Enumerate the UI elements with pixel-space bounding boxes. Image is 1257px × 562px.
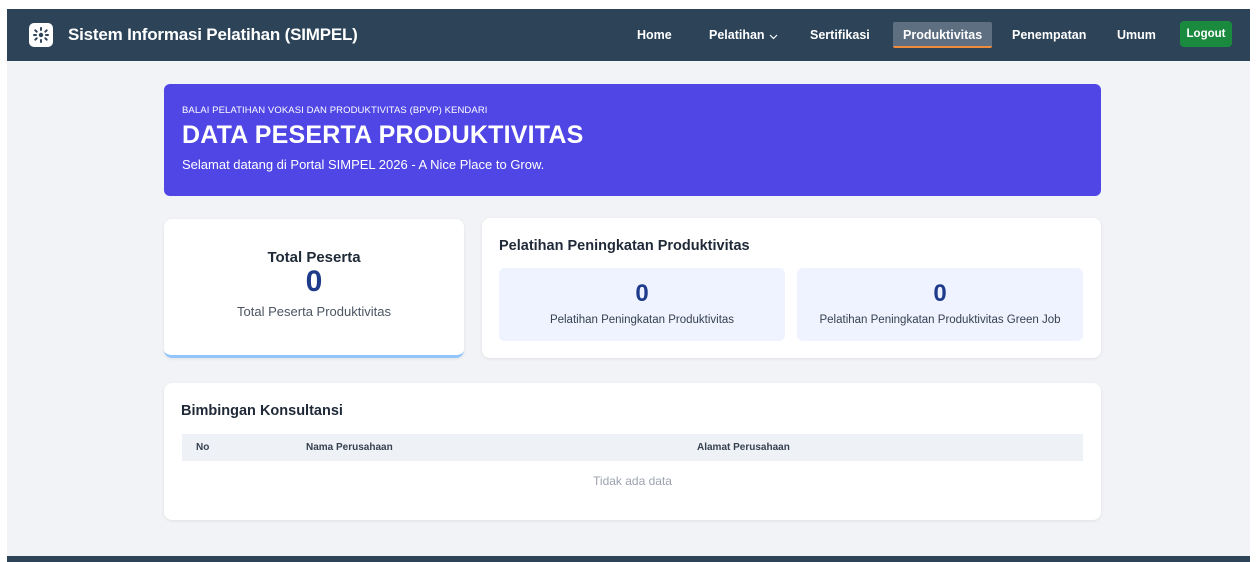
total-peserta-card: Total Peserta 0 Total Peserta Produktivi… xyxy=(164,219,464,358)
stat-green-job-label: Pelatihan Peningkatan Produktivitas Gree… xyxy=(819,314,1061,326)
nav-penempatan[interactable]: Penempatan xyxy=(1002,22,1096,48)
top-navbar: Sistem Informasi Pelatihan (SIMPEL) Home… xyxy=(7,9,1250,61)
nav-produktivitas-label: Produktivitas xyxy=(903,28,983,42)
column-header-nama-perusahaan: Nama Perusahaan xyxy=(306,442,393,453)
nav-home-label: Home xyxy=(637,28,672,42)
nav-sertifikasi[interactable]: Sertifikasi xyxy=(800,22,880,48)
hero-subtitle: Selamat datang di Portal SIMPEL 2026 - A… xyxy=(182,157,545,172)
nav-umum[interactable]: Umum xyxy=(1107,22,1166,48)
nav-umum-label: Umum xyxy=(1117,28,1156,42)
nav-home[interactable]: Home xyxy=(627,22,682,48)
page-title: DATA PESERTA PRODUKTIVITAS xyxy=(182,121,584,149)
stat-productivity-label: Pelatihan Peningkatan Produktivitas xyxy=(549,314,735,326)
logout-button[interactable]: Logout xyxy=(1180,21,1232,47)
hero-kicker: BALAI PELATIHAN VOKASI DAN PRODUKTIVITAS… xyxy=(182,105,488,116)
total-peserta-value: 0 xyxy=(305,265,323,298)
productivity-card-title: Pelatihan Peningkatan Produktivitas xyxy=(499,238,750,254)
stat-productivity: 0 Pelatihan Peningkatan Produktivitas xyxy=(499,268,785,341)
hero-banner: BALAI PELATIHAN VOKASI DAN PRODUKTIVITAS… xyxy=(164,84,1101,196)
nav-pelatihan[interactable]: Pelatihan xyxy=(699,22,788,48)
stat-green-job-value: 0 xyxy=(933,280,947,307)
column-header-alamat-perusahaan: Alamat Perusahaan xyxy=(697,442,790,453)
nav-produktivitas[interactable]: Produktivitas xyxy=(893,22,993,48)
productivity-card: Pelatihan Peningkatan Produktivitas 0 Pe… xyxy=(482,218,1101,358)
nav-pelatihan-label: Pelatihan xyxy=(709,28,765,42)
chevron-down-icon xyxy=(769,23,778,49)
nav-sertifikasi-label: Sertifikasi xyxy=(810,28,870,42)
stat-productivity-value: 0 xyxy=(635,280,649,307)
total-peserta-title: Total Peserta xyxy=(267,249,361,266)
main-nav: Home Pelatihan Sertifikasi Produktivitas… xyxy=(7,9,1250,61)
footer-bar xyxy=(7,556,1250,562)
nav-penempatan-label: Penempatan xyxy=(1012,28,1087,42)
table-header: No Nama Perusahaan Alamat Perusahaan xyxy=(182,434,1083,461)
consultation-title: Bimbingan Konsultansi xyxy=(181,403,343,419)
stat-green-job: 0 Pelatihan Peningkatan Produktivitas Gr… xyxy=(797,268,1083,341)
app-frame: Sistem Informasi Pelatihan (SIMPEL) Home… xyxy=(7,9,1250,562)
consultation-card: Bimbingan Konsultansi No Nama Perusahaan… xyxy=(164,383,1101,520)
table-empty-state: Tidak ada data xyxy=(593,474,672,488)
column-header-no: No xyxy=(196,442,210,453)
total-peserta-caption: Total Peserta Produktivitas xyxy=(237,304,391,319)
